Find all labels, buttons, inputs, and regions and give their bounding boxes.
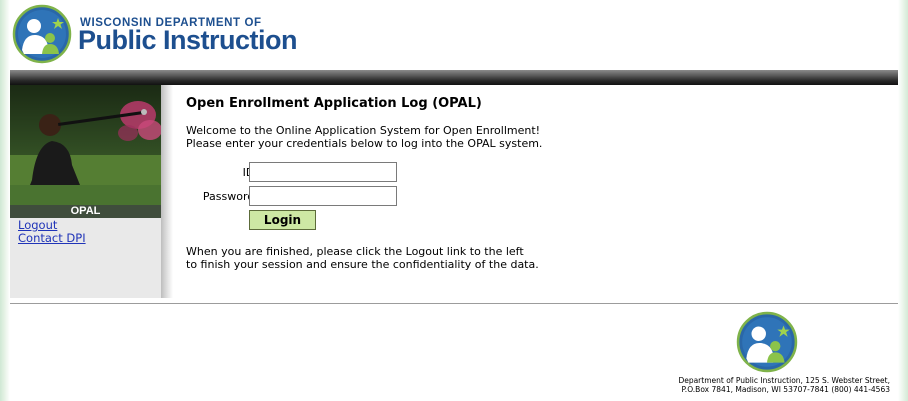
login-button[interactable]: Login [249,210,316,230]
footer-address: Department of Public Instruction, 125 S.… [678,376,890,394]
sidebar-shadow [161,85,173,298]
dpi-logo-icon [12,4,72,64]
page-frame: WISCONSIN DEPARTMENT OF Public Instructi… [10,0,898,401]
main-content: Open Enrollment Application Log (OPAL) W… [186,96,886,271]
org-name-line2: Public Instruction [78,25,298,55]
id-row: ID: [186,162,886,186]
intro-text: Welcome to the Online Application System… [186,124,886,150]
intro-line-1: Welcome to the Online Application System… [186,124,541,137]
address-line-2: P.O.Box 7841, Madison, WI 53707-7841 (80… [681,385,890,394]
header-divider-bar [10,70,898,85]
page-header: WISCONSIN DEPARTMENT OF Public Instructi… [10,0,898,70]
intro-line-2: Please enter your credentials below to l… [186,137,543,150]
password-input[interactable] [249,186,397,206]
outro-line-1: When you are finished, please click the … [186,245,524,258]
photo-caption: OPAL [10,205,161,218]
outro-line-2: to finish your session and ensure the co… [186,258,539,271]
logout-instructions: When you are finished, please click the … [186,245,886,271]
sidebar: OPAL Logout Contact DPI [10,85,161,298]
login-form: ID: Password: Login [186,162,886,230]
footer-divider [10,303,898,304]
id-input[interactable] [249,162,397,182]
student-clarinet-photo [10,85,161,205]
sidebar-links: Logout Contact DPI [18,219,86,245]
password-row: Password: [186,186,886,210]
address-line-1: Department of Public Instruction, 125 S.… [678,376,890,385]
dpi-footer-logo-icon [736,311,798,373]
contact-dpi-link[interactable]: Contact DPI [18,232,86,245]
page-title: Open Enrollment Application Log (OPAL) [186,96,482,111]
